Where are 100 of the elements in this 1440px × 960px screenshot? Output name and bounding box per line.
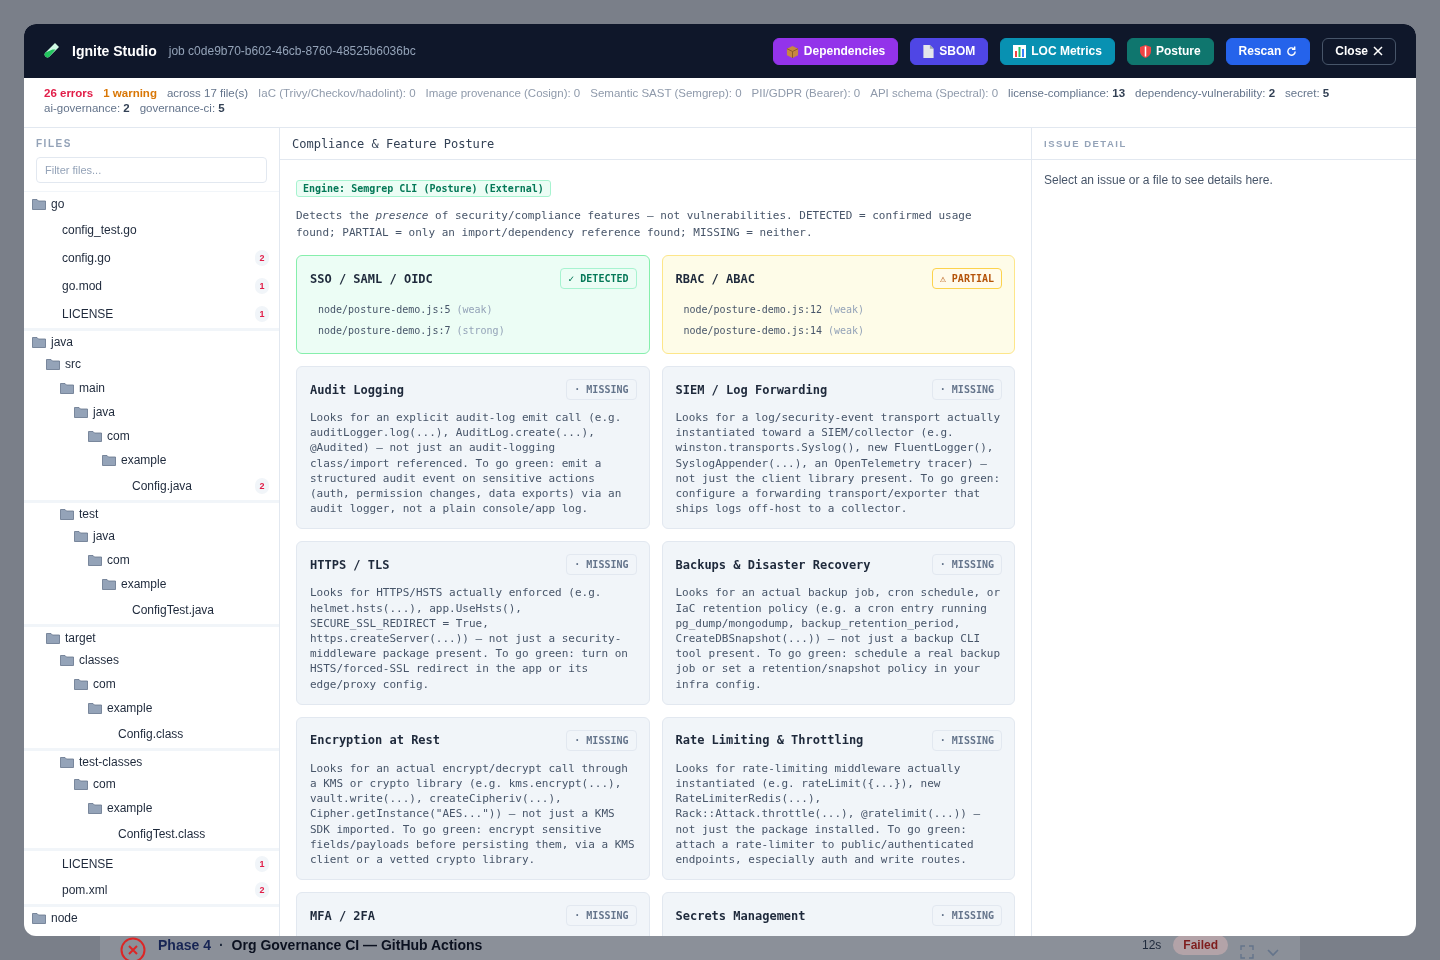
evidence-line: node/posture-demo.js:14 (weak) (682, 324, 866, 338)
detail-heading: ISSUE DETAIL (1032, 128, 1416, 160)
folder-name: com (107, 553, 131, 567)
file-row[interactable]: config_test.go (24, 216, 279, 244)
bar-chart-icon (1013, 44, 1027, 58)
file-row[interactable]: LICENSE 1 (24, 300, 279, 328)
folder-row[interactable]: com (24, 424, 279, 448)
header-button[interactable]: Posture (1126, 37, 1214, 65)
status-badge: · MISSING (931, 379, 1002, 400)
test-tube-icon (44, 42, 60, 60)
status-badge: ✓ DETECTED (560, 268, 637, 289)
card-title: Encryption at Rest (310, 733, 441, 748)
folder-icon (46, 631, 60, 644)
app-title: Ignite Studio (72, 43, 157, 59)
folder-name: test-classes (79, 754, 144, 769)
document-icon (923, 44, 935, 58)
folder-row[interactable]: target (24, 624, 279, 648)
panel-title: Compliance & Feature Posture (280, 128, 1031, 160)
issue-count: 1 (255, 306, 269, 322)
category-count: IaC (Trivy/Checkov/hadolint): 0 (258, 87, 416, 99)
category-count: dependency-vulnerability: 2 (1135, 87, 1276, 99)
file-count: across 17 file(s) (166, 87, 249, 99)
status-badge: · MISSING (931, 729, 1002, 751)
folder-name: target (65, 630, 97, 645)
category-count: license-compliance: 13 (1008, 87, 1126, 99)
header-button[interactable]: Rescan (1225, 37, 1311, 65)
folder-name: example (121, 577, 168, 591)
folder-row[interactable]: test-classes (24, 748, 279, 772)
card-title: Secrets Management (675, 908, 806, 923)
folder-row[interactable]: java (24, 524, 279, 548)
folder-icon (74, 530, 88, 542)
file-row[interactable]: Config.java 2 (24, 472, 279, 500)
folder-row[interactable]: example (24, 448, 279, 472)
description-text: Detects the presence of security/compliance features — not vulnerabilities. DETECTED = confirmed usage found; PARTIAL = only an import/dependency reference found; MISSING = neither. (296, 208, 973, 241)
folder-icon (74, 778, 88, 790)
folder-row[interactable]: main (24, 376, 279, 400)
folder-icon (102, 578, 116, 590)
status-badge: · MISSING (931, 905, 1002, 927)
folder-row[interactable]: test (24, 500, 279, 524)
folder-icon (88, 430, 102, 442)
file-row[interactable]: config.go 2 (24, 244, 279, 272)
folder-name: example (107, 701, 154, 715)
card-title: RBAC / ABAC (675, 271, 755, 286)
folder-row[interactable]: java (24, 400, 279, 424)
folder-name: classes (79, 653, 120, 667)
file-row[interactable]: LICENSE 1 (24, 848, 279, 876)
folder-icon (60, 507, 74, 520)
category-count: ai-governance: 2 (44, 102, 130, 114)
folder-name: java (51, 334, 74, 349)
folder-row[interactable]: com (24, 672, 279, 696)
folder-row[interactable]: java (24, 328, 279, 352)
file-name: ConfigTest.class (118, 827, 207, 841)
header-button[interactable]: SBOM (910, 37, 989, 65)
status-badge: · MISSING (566, 729, 637, 751)
folder-icon (32, 335, 46, 348)
card-description: Looks for rate-limiting middleware actually instantiated (e.g. rateLimit({...}), new RateLimiterRedis(...), Rack::Attack.throttle(...), @ratelimit(...)) — not just the package installed. To go green: attach a rate-limiter to public/authenticated endpoints, especially auth and write routes. (675, 760, 982, 868)
empty-message: Select an issue or a file to see details here. (1043, 172, 1274, 189)
file-name: Config.java (132, 479, 194, 493)
folder-row[interactable]: example (24, 796, 279, 820)
file-row[interactable]: Config.class (24, 720, 279, 748)
file-name: LICENSE (62, 307, 115, 321)
warning-count: 1 warning (103, 87, 157, 99)
folder-icon (32, 911, 46, 924)
folder-row[interactable]: com (24, 772, 279, 796)
folder-icon (60, 382, 74, 394)
file-row[interactable]: ConfigTest.class (24, 820, 279, 848)
file-name: config_test.go (62, 223, 138, 237)
folder-row[interactable]: com (24, 548, 279, 572)
folder-icon (60, 654, 74, 666)
card-title: HTTPS / TLS (310, 557, 390, 572)
category-count: Image provenance (Cosign): 0 (425, 87, 581, 99)
file-name: Config.class (118, 727, 185, 741)
folder-name: src (65, 357, 82, 371)
header-button[interactable]: LOC Metrics (1000, 37, 1115, 65)
folder-row[interactable]: classes (24, 648, 279, 672)
status-badge: ⚠ PARTIAL (931, 268, 1002, 289)
file-row[interactable]: go.mod 1 (24, 272, 279, 300)
separator-dot: · (218, 937, 224, 953)
filter-field[interactable]: Filter files... (36, 157, 267, 183)
card-description: Looks for an actual backup job, cron schedule, or IaC retention policy (e.g. a cron entry running pg_dump/mongodump, backup_retention_period, CreateDBSnapshot(...)) — not just a backup CLI tool present. To go green: schedule a real backup job or set a retention/snapshot policy in your infra config. (675, 585, 1001, 692)
folder-row[interactable]: example (24, 696, 279, 720)
category-count: API schema (Spectral): 0 (870, 87, 999, 99)
folder-row[interactable]: example (24, 572, 279, 596)
file-row[interactable]: ConfigTest.java (24, 596, 279, 624)
header-button[interactable]: Dependencies (772, 37, 899, 65)
status-badge: · MISSING (931, 554, 1002, 576)
close-icon (1373, 46, 1383, 56)
category-count: PII/GDPR (Bearer): 0 (751, 87, 861, 99)
card-description: Looks for an actual encrypt/decrypt call through a KMS or crypto library (e.g. kms.encrypt(...), vault.write(...), createCipheriv(...), Cipher.getInstance("AES...")) — not just a KMS SDK imported. To go green: encrypt sensitive fields/payloads before persisting them, via a KMS client or a vetted crypto library. (310, 760, 636, 868)
folder-row[interactable]: node (24, 904, 279, 928)
file-row[interactable]: pom.xml 2 (24, 876, 279, 904)
folder-name: java (93, 405, 116, 419)
card-title: Rate Limiting & Throttling (675, 733, 864, 748)
phase-label: Phase 4 (158, 937, 211, 953)
folder-row[interactable]: src (24, 352, 279, 376)
header-button[interactable]: Close (1322, 37, 1396, 65)
folder-row[interactable]: go (24, 192, 279, 216)
folder-icon (74, 678, 88, 690)
engine-tag: Engine: Semgrep CLI (Posture) (External) (296, 180, 551, 197)
expand-icon[interactable] (1240, 945, 1254, 959)
